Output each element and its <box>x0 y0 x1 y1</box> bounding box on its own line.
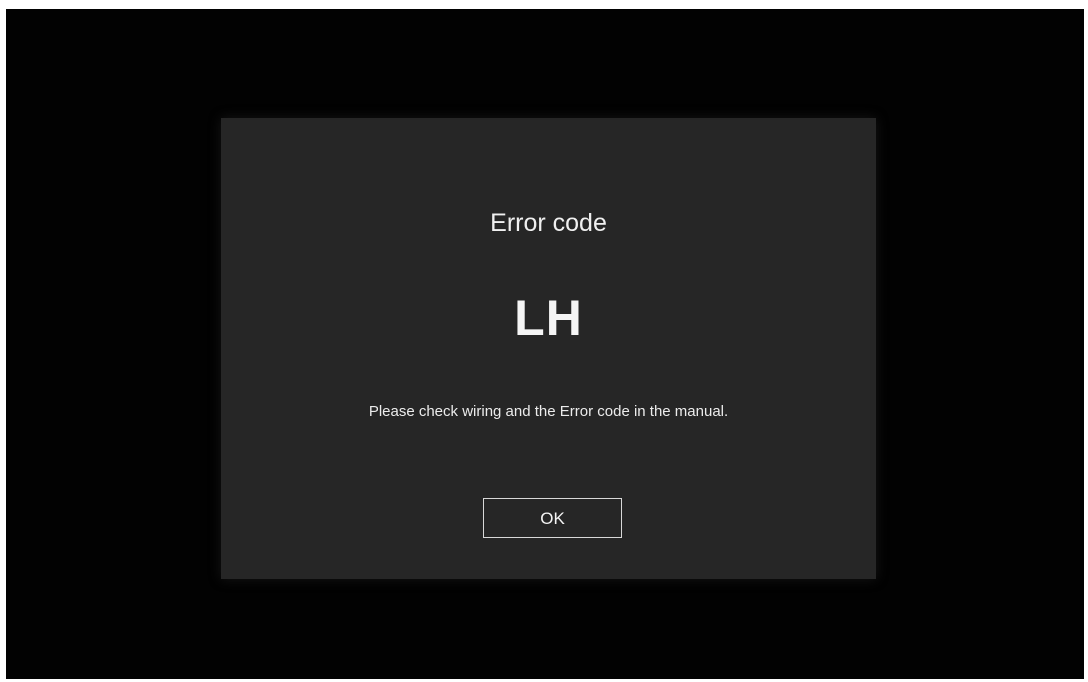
error-dialog: Error code LH Please check wiring and th… <box>221 118 876 579</box>
ok-button[interactable]: OK <box>483 498 622 538</box>
error-code: LH <box>514 290 583 346</box>
dialog-message: Please check wiring and the Error code i… <box>368 403 729 420</box>
display-screen: Error code LH Please check wiring and th… <box>6 9 1084 679</box>
dialog-title: Error code <box>490 209 607 237</box>
